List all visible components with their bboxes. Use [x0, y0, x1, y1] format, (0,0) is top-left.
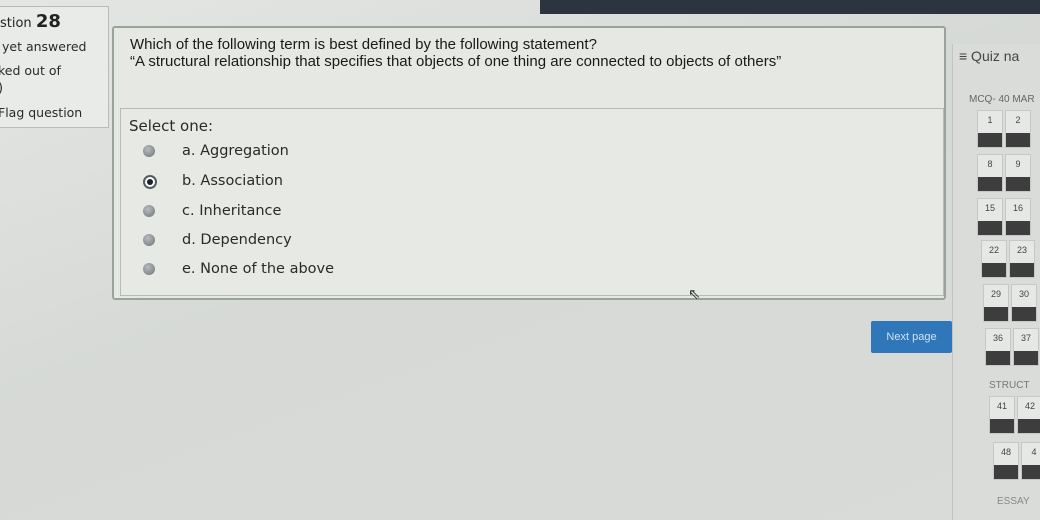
question-marked-label: ked out of: [0, 63, 61, 78]
option-b-radio[interactable]: [143, 175, 157, 189]
question-text: Which of the following term is best defi…: [130, 36, 597, 53]
question-box: Which of the following term is best defi…: [112, 26, 946, 300]
option-c-label[interactable]: c. Inheritance: [182, 203, 281, 219]
option-a[interactable]: a. Aggregation: [143, 143, 403, 163]
nav-button-23[interactable]: 23: [1009, 240, 1035, 278]
nav-button-49[interactable]: 4: [1021, 442, 1040, 480]
nav-button-1[interactable]: 1: [977, 110, 1003, 148]
question-number: stion 28: [0, 11, 61, 32]
option-d[interactable]: d. Dependency: [143, 232, 403, 252]
flag-question-link[interactable]: Flag question: [0, 105, 82, 120]
option-e[interactable]: e. None of the above: [143, 261, 403, 281]
essay-section-label: ESSAY: [997, 496, 1030, 507]
answer-panel: Select one: a. Aggregation b. Associatio…: [120, 108, 944, 296]
next-page-button[interactable]: Next page: [871, 321, 952, 353]
nav-button-8[interactable]: 8: [977, 154, 1003, 192]
option-a-radio[interactable]: [143, 145, 155, 157]
option-c[interactable]: c. Inheritance: [143, 203, 403, 223]
structured-section-label: STRUCT: [989, 380, 1030, 391]
option-d-radio[interactable]: [143, 234, 155, 246]
quiz-navigation-title: ≡ Quiz na: [959, 48, 1020, 64]
question-status: yet answered: [2, 39, 87, 54]
mouse-pointer-icon: ⇖: [688, 285, 701, 303]
nav-button-42[interactable]: 42: [1017, 396, 1040, 434]
option-a-label[interactable]: a. Aggregation: [182, 143, 289, 159]
option-c-radio[interactable]: [143, 205, 155, 217]
question-info-panel: stion 28 yet answered ked out of ) Flag …: [0, 6, 109, 128]
nav-button-9[interactable]: 9: [1005, 154, 1031, 192]
option-b-label[interactable]: b. Association: [182, 173, 283, 189]
nav-button-2[interactable]: 2: [1005, 110, 1031, 148]
nav-button-36[interactable]: 36: [985, 328, 1011, 366]
quiz-navigation: ≡ Quiz na MCQ- 40 MAR 1 2 8 9 15 16 22 2…: [952, 44, 1040, 520]
nav-button-30[interactable]: 30: [1011, 284, 1037, 322]
top-bar: [540, 0, 1040, 14]
nav-button-29[interactable]: 29: [983, 284, 1009, 322]
select-one-label: Select one:: [129, 117, 214, 135]
option-b[interactable]: b. Association: [143, 173, 403, 193]
nav-button-48[interactable]: 48: [993, 442, 1019, 480]
nav-button-37[interactable]: 37: [1013, 328, 1039, 366]
nav-button-41[interactable]: 41: [989, 396, 1015, 434]
option-e-radio[interactable]: [143, 263, 155, 275]
nav-button-15[interactable]: 15: [977, 198, 1003, 236]
nav-button-22[interactable]: 22: [981, 240, 1007, 278]
option-d-label[interactable]: d. Dependency: [182, 232, 292, 248]
question-statement: “A structural relationship that specifie…: [130, 53, 782, 70]
question-marks: ): [0, 81, 3, 96]
mcq-section-label: MCQ- 40 MAR: [969, 94, 1035, 105]
option-e-label[interactable]: e. None of the above: [182, 261, 334, 277]
nav-button-16[interactable]: 16: [1005, 198, 1031, 236]
